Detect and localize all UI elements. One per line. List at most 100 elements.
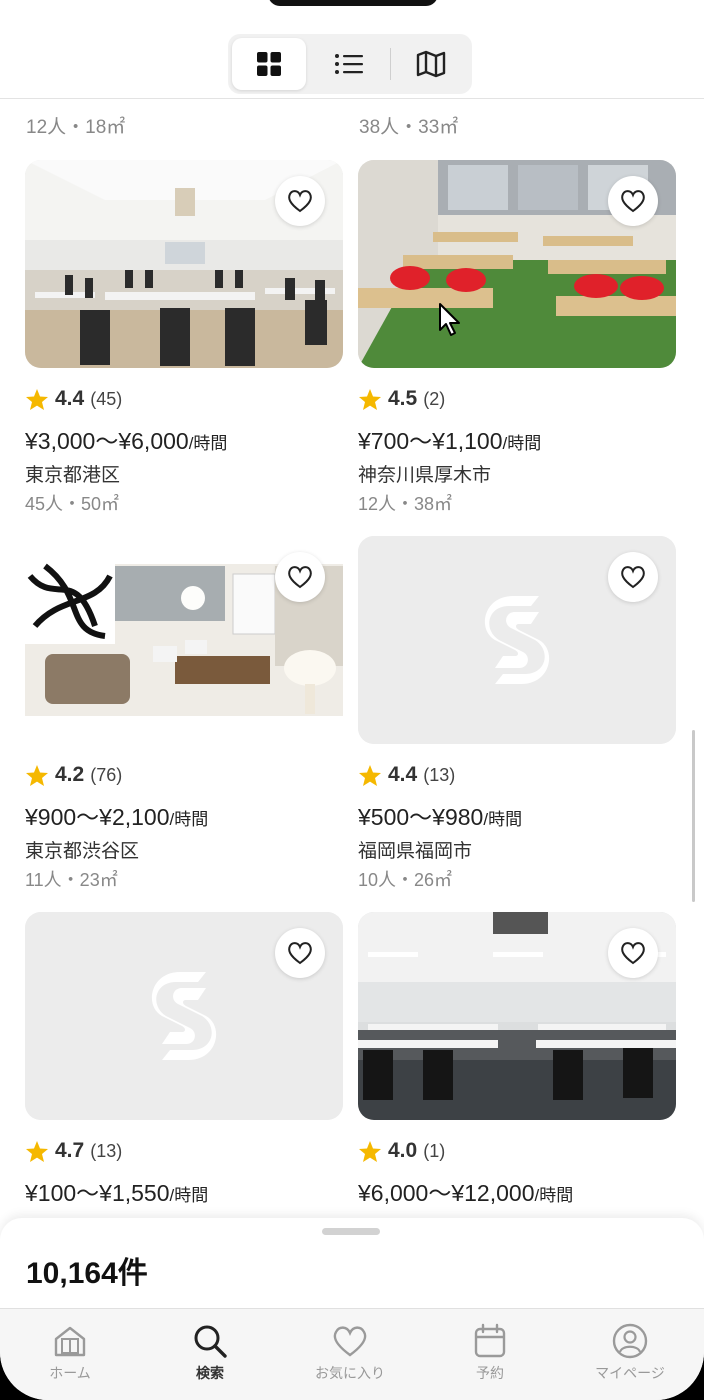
listing-photo[interactable]	[358, 536, 676, 744]
heart-icon	[621, 942, 645, 965]
star-icon	[359, 764, 381, 786]
review-count: (13)	[423, 764, 456, 785]
toggle-divider	[390, 48, 391, 80]
listing-card[interactable]: 4.4 (13) ¥500〜¥980/時間 福岡県福岡市 10人・26㎡	[358, 536, 676, 890]
favorite-button[interactable]	[608, 176, 658, 226]
location: 東京都港区	[25, 465, 121, 486]
grid-view-button[interactable]	[232, 38, 306, 90]
star-icon	[26, 764, 48, 786]
rating-value: 4.0	[388, 1139, 418, 1162]
view-toggle	[228, 34, 472, 94]
favorite-button[interactable]	[608, 552, 658, 602]
tab-label: お気に入り	[315, 1365, 385, 1381]
price-range: ¥100〜¥1,550	[25, 1180, 170, 1206]
tab-home[interactable]: ホーム	[0, 1309, 140, 1400]
sheet-grabber[interactable]	[322, 1228, 380, 1235]
heart-icon	[333, 1326, 367, 1357]
result-count: 10,164件	[26, 1257, 148, 1290]
star-icon	[359, 1140, 381, 1162]
price-unit: /時間	[169, 1186, 209, 1205]
price-range: ¥3,000〜¥6,000	[25, 428, 189, 454]
review-count: (1)	[423, 1140, 446, 1161]
review-count: (76)	[90, 764, 123, 785]
rating-value: 4.4	[388, 763, 418, 786]
listing-card[interactable]: 4.4 (45) ¥3,000〜¥6,000/時間 東京都港区 45人・50㎡	[25, 160, 343, 514]
price: ¥6,000〜¥12,000/時間	[358, 1174, 573, 1208]
app-screen: 12人・18㎡ 38人・33㎡ 4.4 (45) ¥3,000〜¥6,000/時…	[0, 0, 704, 1400]
rating: 4.7 (13)	[25, 1138, 122, 1164]
price-unit: /時間	[169, 810, 209, 829]
capacity-area: 10人・26㎡	[358, 870, 453, 890]
search-icon	[194, 1325, 227, 1358]
rating: 4.0 (1)	[358, 1138, 445, 1164]
price: ¥100〜¥1,550/時間	[25, 1174, 208, 1208]
mouse-cursor-icon	[439, 303, 460, 336]
listing-card[interactable]: 4.2 (76) ¥900〜¥2,100/時間 東京都渋谷区 11人・23㎡	[25, 536, 343, 890]
map-view-button[interactable]	[394, 38, 468, 90]
results-sheet[interactable]: 10,164件	[0, 1218, 704, 1310]
review-count: (13)	[90, 1140, 123, 1161]
price-unit: /時間	[502, 434, 542, 453]
favorite-button[interactable]	[608, 928, 658, 978]
price-range: ¥6,000〜¥12,000	[358, 1180, 535, 1206]
header-divider	[0, 98, 704, 99]
review-count: (2)	[423, 388, 446, 409]
user-icon	[612, 1323, 648, 1359]
tab-reservations[interactable]: 予約	[420, 1309, 560, 1400]
heart-icon	[288, 190, 312, 213]
tab-label: 予約	[476, 1365, 504, 1381]
rating: 4.5 (2)	[358, 386, 445, 412]
price-range: ¥500〜¥980	[358, 804, 484, 830]
star-icon	[359, 388, 381, 410]
listing-card[interactable]: 4.0 (1) ¥6,000〜¥12,000/時間	[358, 912, 676, 1206]
rating: 4.4 (45)	[25, 386, 122, 412]
listing-card[interactable]: 4.7 (13) ¥100〜¥1,550/時間	[25, 912, 343, 1206]
listing-photo[interactable]	[25, 536, 343, 744]
rating: 4.4 (13)	[358, 762, 455, 788]
location: 神奈川県厚木市	[358, 465, 492, 486]
price-range: ¥700〜¥1,100	[358, 428, 503, 454]
capacity-area: 12人・38㎡	[358, 494, 453, 514]
tab-search[interactable]: 検索	[140, 1309, 280, 1400]
grid-icon	[257, 52, 281, 76]
heart-icon	[621, 190, 645, 213]
partial-meta-left: 12人・18㎡	[26, 117, 126, 138]
tab-label: 検索	[196, 1365, 224, 1381]
listing-card[interactable]: 4.5 (2) ¥700〜¥1,100/時間 神奈川県厚木市 12人・38㎡	[358, 160, 676, 514]
heart-icon	[288, 942, 312, 965]
listing-photo[interactable]	[358, 160, 676, 368]
rating-value: 4.2	[55, 763, 85, 786]
rating: 4.2 (76)	[25, 762, 122, 788]
favorite-button[interactable]	[275, 176, 325, 226]
location: 福岡県福岡市	[358, 841, 473, 862]
price: ¥3,000〜¥6,000/時間	[25, 422, 227, 456]
heart-icon	[621, 566, 645, 589]
rating-value: 4.7	[55, 1139, 85, 1162]
listing-photo[interactable]	[25, 160, 343, 368]
tab-label: マイページ	[595, 1365, 665, 1381]
partial-meta-right: 38人・33㎡	[359, 117, 459, 138]
list-icon	[335, 54, 363, 74]
list-view-button[interactable]	[312, 38, 386, 90]
price-unit: /時間	[188, 434, 228, 453]
star-icon	[26, 388, 48, 410]
map-icon	[416, 50, 446, 78]
tab-bar: ホーム 検索 お気に入り 予約 マイページ	[0, 1308, 704, 1400]
price-range: ¥900〜¥2,100	[25, 804, 170, 830]
home-icon	[54, 1326, 86, 1357]
listing-photo[interactable]	[358, 912, 676, 1120]
price: ¥700〜¥1,100/時間	[358, 422, 541, 456]
device-notch	[268, 0, 438, 6]
capacity-area: 11人・23㎡	[25, 870, 118, 890]
price-unit: /時間	[534, 1186, 574, 1205]
favorite-button[interactable]	[275, 552, 325, 602]
scrollbar[interactable]	[692, 730, 695, 902]
price: ¥900〜¥2,100/時間	[25, 798, 208, 832]
capacity-area: 45人・50㎡	[25, 494, 120, 514]
price: ¥500〜¥980/時間	[358, 798, 522, 832]
listing-photo[interactable]	[25, 912, 343, 1120]
tab-favorites[interactable]: お気に入り	[280, 1309, 420, 1400]
favorite-button[interactable]	[275, 928, 325, 978]
tab-mypage[interactable]: マイページ	[560, 1309, 700, 1400]
location: 東京都渋谷区	[25, 841, 140, 862]
